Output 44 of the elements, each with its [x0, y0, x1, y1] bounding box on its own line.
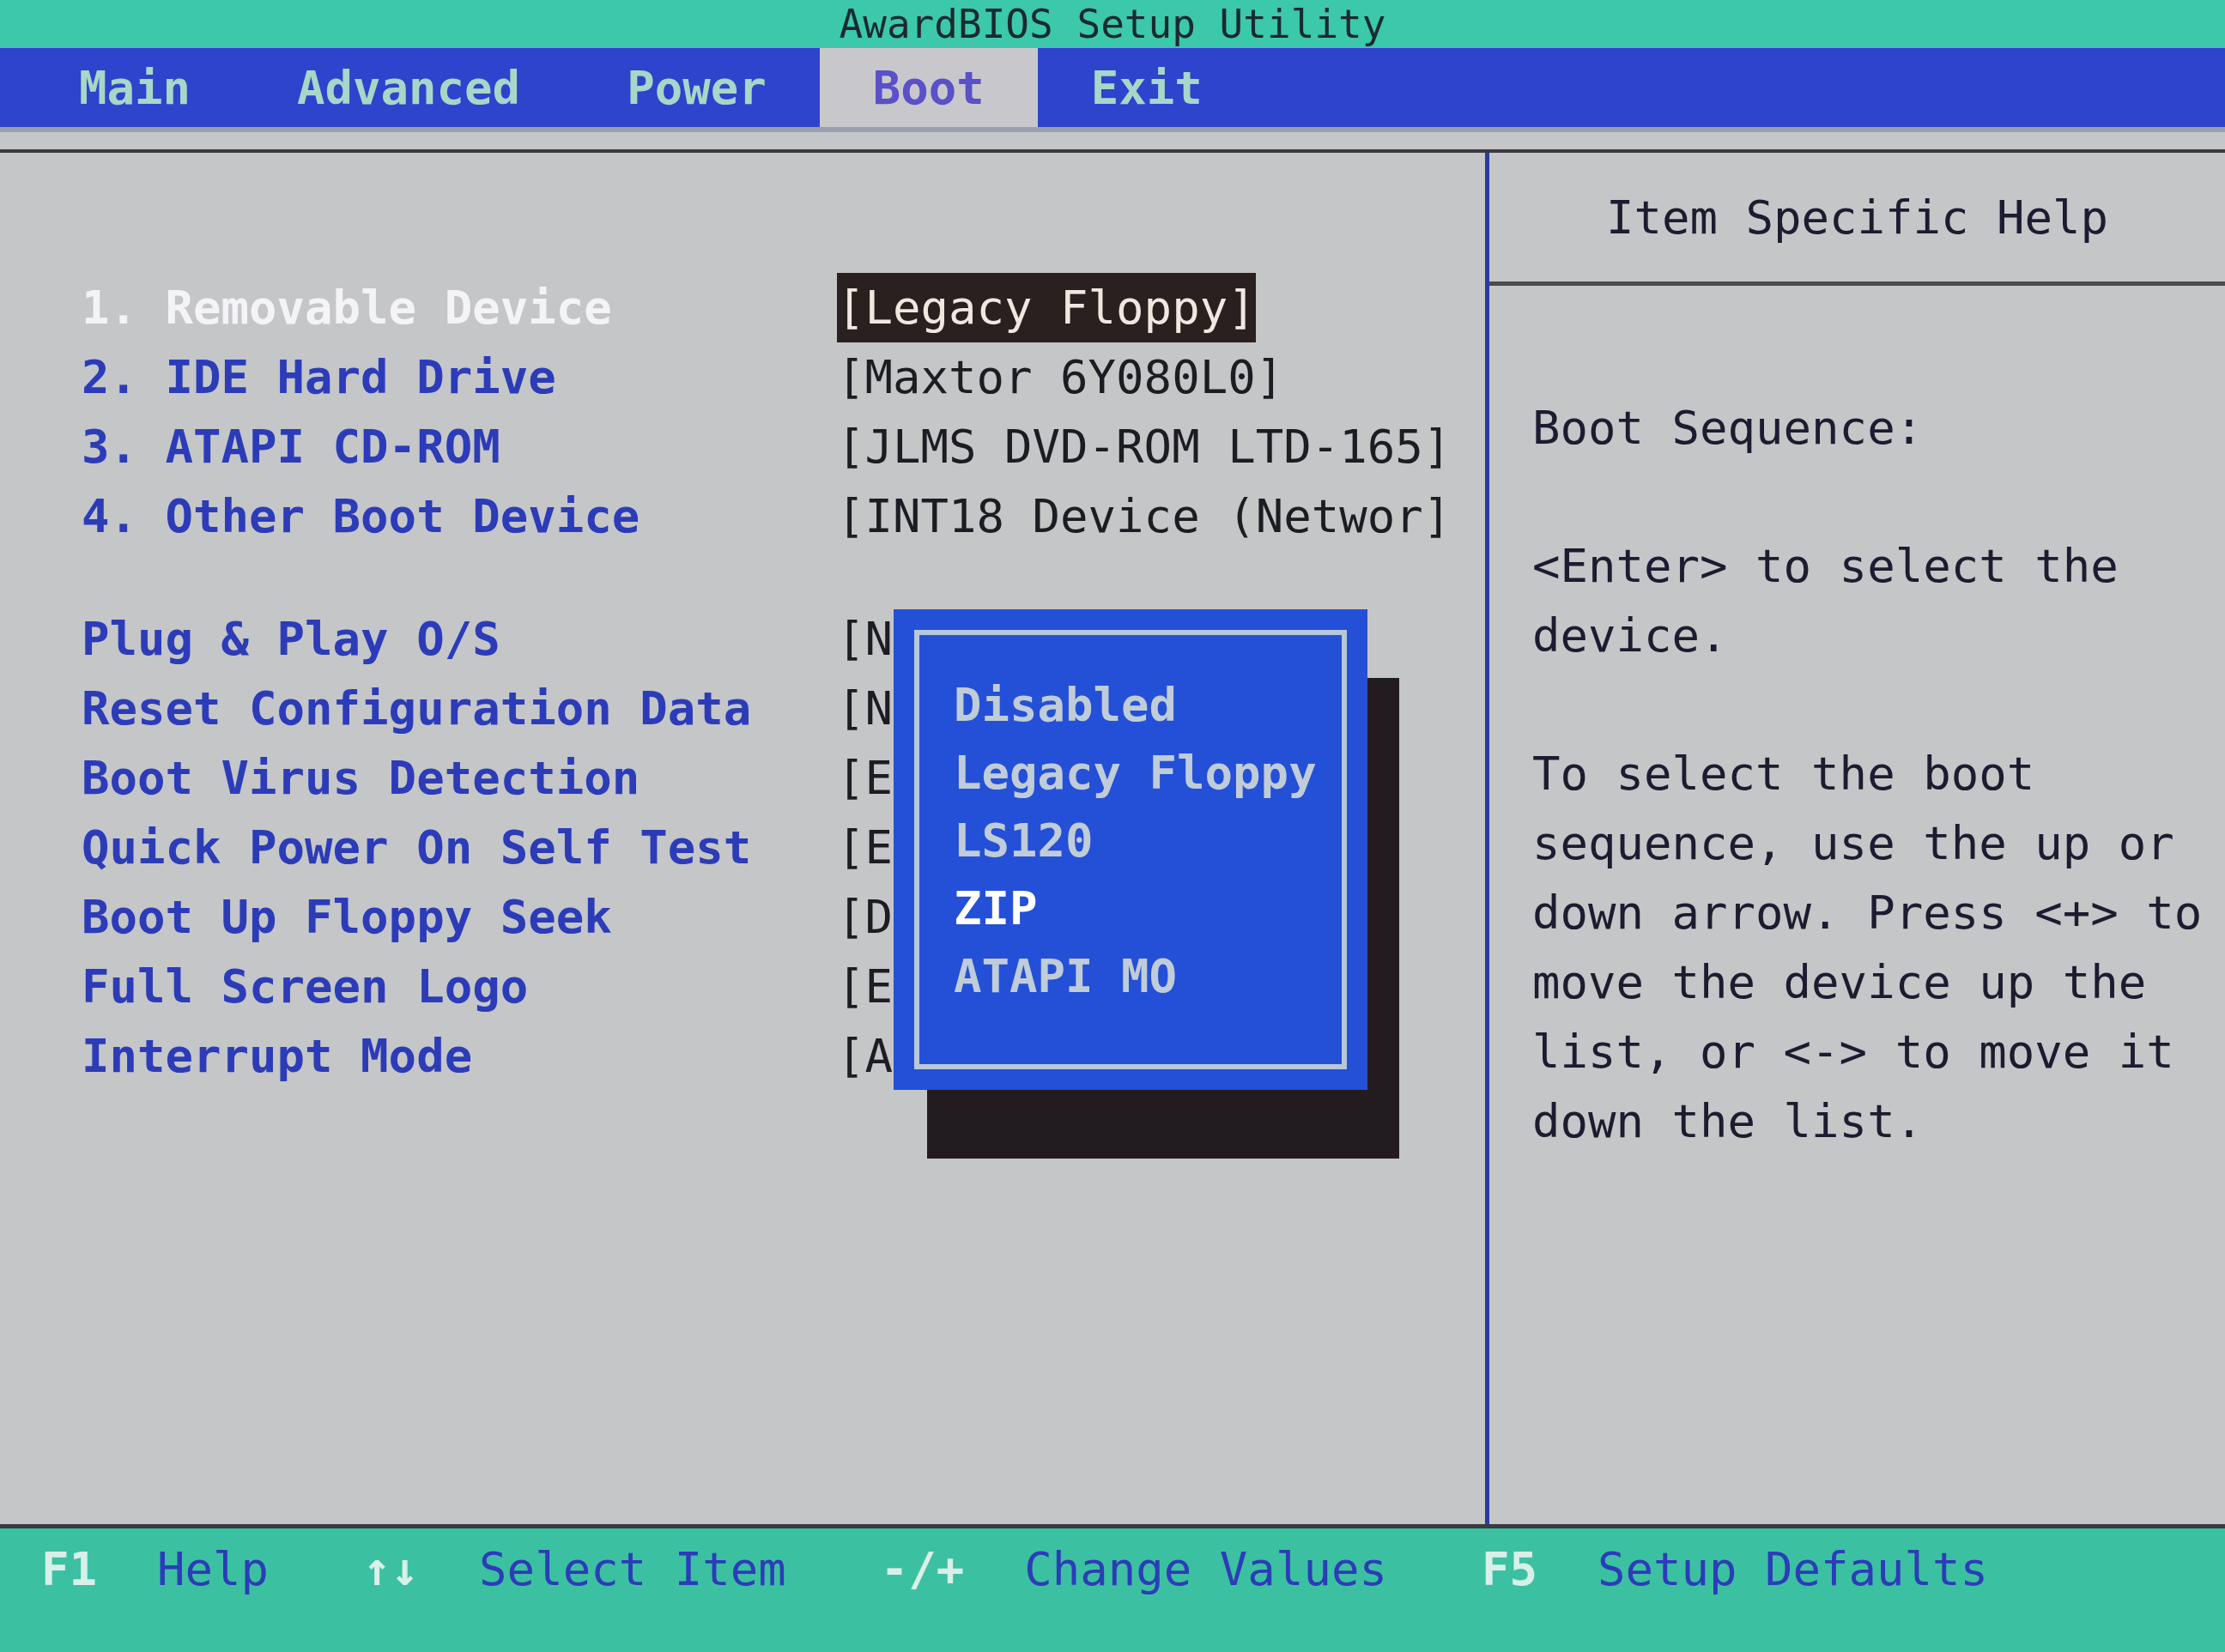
key-action: Change Values: [1024, 1541, 1387, 1598]
popup-option[interactable]: Disabled: [954, 671, 1178, 739]
setting-label[interactable]: Full Screen Logo: [82, 952, 837, 1021]
setting-label[interactable]: Quick Power On Self Test: [82, 813, 837, 882]
popup-option[interactable]: Legacy Floppy: [954, 739, 1317, 807]
setting-label[interactable]: 4. Other Boot Device: [82, 481, 837, 551]
window-title: AwardBIOS Setup Utility: [839, 1, 1386, 47]
setting-label[interactable]: Boot Up Floppy Seek: [82, 882, 837, 952]
help-title: Item Specific Help: [1605, 190, 2109, 245]
key-action: Help: [157, 1541, 270, 1598]
setting-value[interactable]: [JLMS DVD-ROM LTD-165]: [837, 412, 1452, 481]
key-label: F5: [1481, 1541, 1537, 1598]
popup-option[interactable]: ATAPI MO: [954, 942, 1178, 1010]
key-action: Setup Defaults: [1597, 1541, 1989, 1598]
setting-value[interactable]: [E: [837, 952, 894, 1021]
setting-label[interactable]: Interrupt Mode: [82, 1021, 837, 1091]
menu-tab[interactable]: Main: [26, 48, 245, 127]
setting-value[interactable]: [N: [837, 674, 894, 743]
help-text: To select the boot sequence, use the up or down arrow. Press <+> to move the device up the list, or <-> to move it down the list.: [1532, 746, 2203, 1150]
menu-tab[interactable]: Advanced: [244, 48, 574, 127]
popup-option[interactable]: ZIP: [954, 874, 1038, 942]
key-label: F1: [41, 1541, 98, 1598]
help-text: <Enter> to select the device.: [1532, 538, 2119, 664]
menu-tab[interactable]: Boot: [819, 48, 1038, 127]
key-label: -/+: [880, 1541, 965, 1598]
menu-tab[interactable]: Power: [573, 48, 820, 127]
setting-value[interactable]: [A: [837, 1021, 894, 1091]
popup-option[interactable]: LS120: [954, 807, 1094, 874]
help-text: Boot Sequence:: [1532, 400, 1925, 457]
key-label: ↑↓: [363, 1541, 420, 1598]
setting-value[interactable]: [Maxtor 6Y080L0]: [837, 342, 1284, 412]
setting-label[interactable]: Reset Configuration Data: [82, 674, 837, 743]
setting-value[interactable]: [D: [837, 882, 894, 952]
menu-tab[interactable]: Exit: [1037, 48, 1256, 127]
setting-value[interactable]: [E: [837, 743, 894, 813]
setting-value[interactable]: [INT18 Device (Networ]: [837, 481, 1452, 551]
setting-value[interactable]: [Legacy Floppy]: [837, 273, 1256, 342]
key-action: Select Item: [479, 1541, 786, 1598]
setting-label[interactable]: Plug & Play O/S: [82, 604, 837, 674]
setting-value[interactable]: [N: [837, 604, 894, 674]
setting-label[interactable]: 3. ATAPI CD-ROM: [82, 412, 837, 481]
setting-value[interactable]: [E: [837, 813, 894, 882]
setting-label[interactable]: 2. IDE Hard Drive: [82, 342, 837, 412]
setting-label[interactable]: Boot Virus Detection: [82, 743, 837, 813]
